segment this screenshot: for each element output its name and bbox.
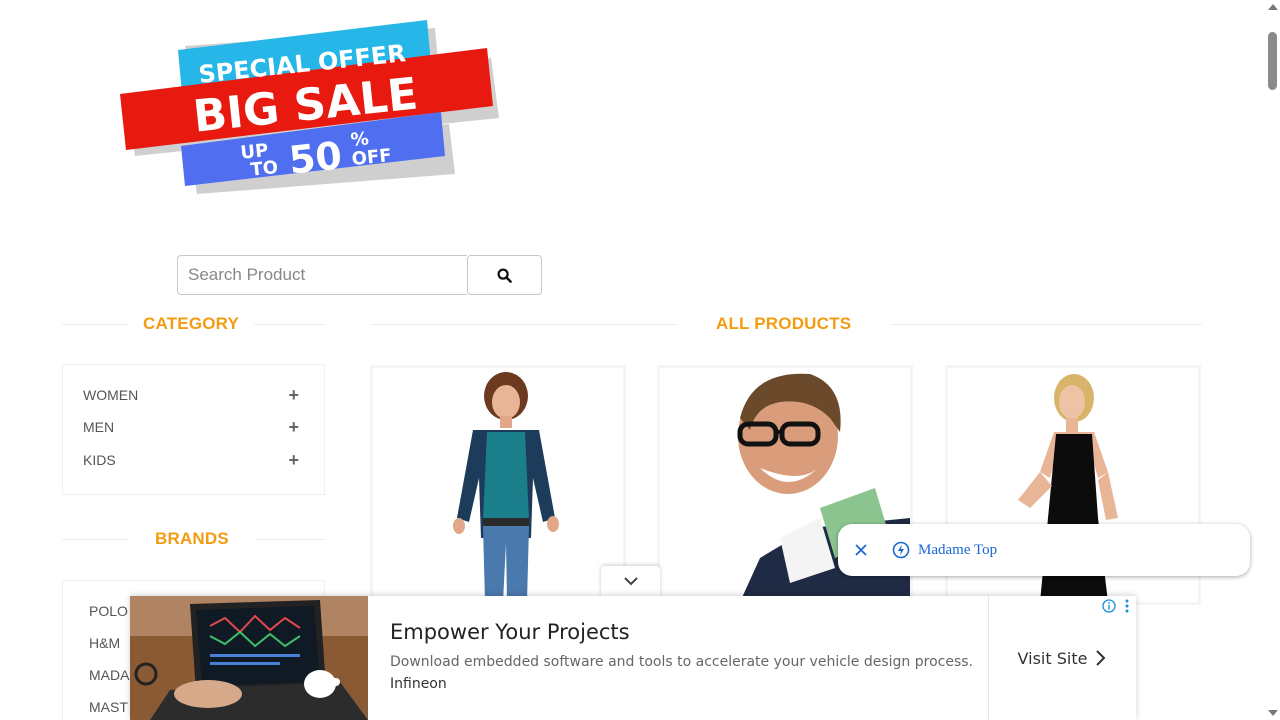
category-label: WOMEN bbox=[83, 387, 139, 403]
category-label: MEN bbox=[83, 419, 115, 435]
category-item-men[interactable]: MEN + bbox=[83, 417, 299, 437]
ad-content[interactable]: Empower Your Projects Download embedded … bbox=[368, 596, 989, 720]
page: SPECIAL OFFER BIG SALE UP TO 50 % OFF CA… bbox=[0, 0, 1280, 720]
scroll-down-arrow-icon[interactable] bbox=[1268, 710, 1278, 716]
floating-suggestion[interactable]: Madame Top bbox=[838, 524, 1250, 576]
category-item-kids[interactable]: KIDS + bbox=[83, 450, 299, 470]
category-heading: CATEGORY bbox=[62, 314, 325, 334]
product-image bbox=[453, 372, 559, 602]
brand-item-hm[interactable]: H&M bbox=[89, 635, 120, 651]
category-title: CATEGORY bbox=[143, 314, 240, 333]
advertisement[interactable]: Empower Your Projects Download embedded … bbox=[130, 596, 1136, 720]
plus-icon[interactable]: + bbox=[288, 450, 299, 471]
all-products-title: ALL PRODUCTS bbox=[716, 314, 852, 333]
more-vertical-icon[interactable] bbox=[1123, 598, 1131, 614]
all-products-heading: ALL PRODUCTS bbox=[370, 314, 1202, 334]
ad-description: Download embedded software and tools to … bbox=[390, 654, 973, 670]
search-input[interactable] bbox=[177, 255, 467, 295]
category-list: WOMEN + MEN + KIDS + bbox=[62, 364, 325, 495]
category-item-women[interactable]: WOMEN + bbox=[83, 385, 299, 405]
plus-icon[interactable]: + bbox=[288, 417, 299, 438]
ad-title[interactable]: Empower Your Projects bbox=[390, 620, 988, 644]
brand-item-polo[interactable]: POLO bbox=[89, 603, 128, 619]
search-bar bbox=[177, 255, 542, 295]
scrollbar-thumb[interactable] bbox=[1268, 32, 1277, 90]
category-label: KIDS bbox=[83, 452, 116, 468]
vertical-scrollbar[interactable] bbox=[1265, 0, 1280, 720]
chevron-down-icon bbox=[623, 577, 638, 586]
bolt-icon bbox=[892, 541, 910, 559]
brands-heading: BRANDS bbox=[62, 529, 325, 549]
svg-text:OFF: OFF bbox=[351, 145, 393, 170]
brand-item-mast[interactable]: MAST bbox=[89, 699, 128, 715]
info-icon[interactable] bbox=[1102, 599, 1116, 613]
ad-advertiser: Infineon bbox=[390, 676, 447, 692]
brand-item-mada[interactable]: MADA bbox=[89, 667, 129, 683]
brands-title: BRANDS bbox=[155, 529, 229, 548]
search-icon bbox=[497, 267, 512, 283]
search-button[interactable] bbox=[467, 255, 542, 295]
suggestion-label[interactable]: Madame Top bbox=[918, 542, 997, 559]
ad-collapse-button[interactable] bbox=[601, 566, 660, 596]
visit-site-button[interactable]: Visit Site bbox=[989, 596, 1136, 720]
scroll-up-arrow-icon[interactable] bbox=[1268, 4, 1278, 10]
svg-text:TO: TO bbox=[249, 157, 279, 181]
ad-image[interactable] bbox=[130, 596, 368, 720]
sale-banner[interactable]: SPECIAL OFFER BIG SALE UP TO 50 % OFF bbox=[115, 14, 510, 194]
product-card[interactable] bbox=[370, 365, 626, 605]
plus-icon[interactable]: + bbox=[288, 385, 299, 406]
close-icon[interactable] bbox=[852, 541, 870, 559]
visit-site-label: Visit Site bbox=[1017, 648, 1088, 668]
chevron-right-icon bbox=[1096, 650, 1106, 666]
svg-text:50: 50 bbox=[287, 133, 344, 182]
